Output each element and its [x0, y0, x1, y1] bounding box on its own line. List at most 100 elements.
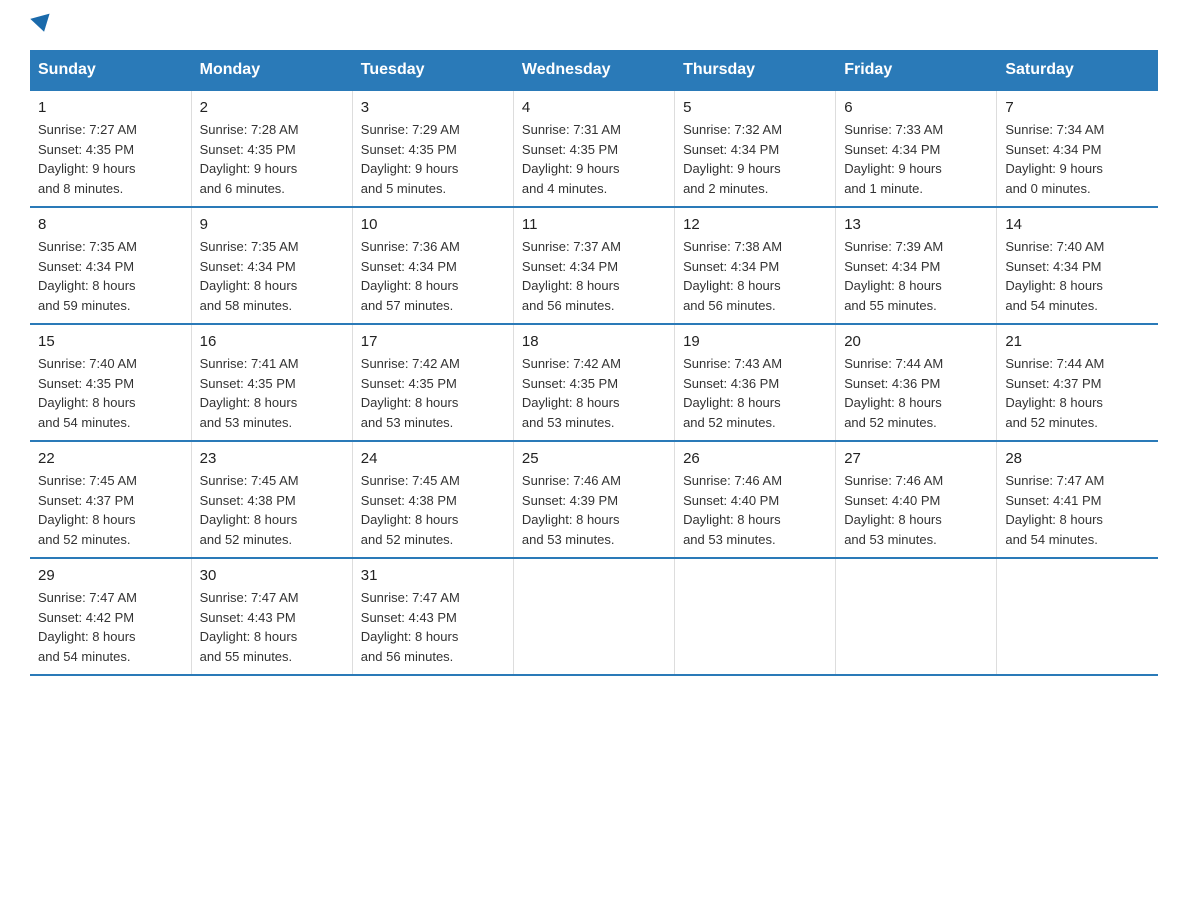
- day-number: 4: [522, 99, 666, 116]
- header-tuesday: Tuesday: [352, 51, 513, 91]
- day-number: 17: [361, 333, 505, 350]
- logo: [30, 20, 52, 30]
- calendar-week-row: 1 Sunrise: 7:27 AMSunset: 4:35 PMDaylight…: [30, 90, 1158, 207]
- day-info: Sunrise: 7:40 AMSunset: 4:35 PMDaylight:…: [38, 354, 183, 432]
- day-number: 30: [200, 567, 344, 584]
- day-info: Sunrise: 7:32 AMSunset: 4:34 PMDaylight:…: [683, 120, 827, 198]
- day-info: Sunrise: 7:31 AMSunset: 4:35 PMDaylight:…: [522, 120, 666, 198]
- day-info: Sunrise: 7:43 AMSunset: 4:36 PMDaylight:…: [683, 354, 827, 432]
- header-friday: Friday: [836, 51, 997, 91]
- calendar-cell: 11 Sunrise: 7:37 AMSunset: 4:34 PMDayligh…: [513, 207, 674, 324]
- day-info: Sunrise: 7:35 AMSunset: 4:34 PMDaylight:…: [200, 237, 344, 315]
- day-number: 14: [1005, 216, 1150, 233]
- day-info: Sunrise: 7:38 AMSunset: 4:34 PMDaylight:…: [683, 237, 827, 315]
- calendar-cell: 15 Sunrise: 7:40 AMSunset: 4:35 PMDayligh…: [30, 324, 191, 441]
- day-number: 15: [38, 333, 183, 350]
- day-number: 3: [361, 99, 505, 116]
- calendar-cell: 5 Sunrise: 7:32 AMSunset: 4:34 PMDaylight…: [675, 90, 836, 207]
- day-info: Sunrise: 7:47 AMSunset: 4:43 PMDaylight:…: [361, 588, 505, 666]
- calendar-cell: [997, 558, 1158, 675]
- day-number: 12: [683, 216, 827, 233]
- calendar-cell: 3 Sunrise: 7:29 AMSunset: 4:35 PMDaylight…: [352, 90, 513, 207]
- day-info: Sunrise: 7:28 AMSunset: 4:35 PMDaylight:…: [200, 120, 344, 198]
- calendar-cell: 25 Sunrise: 7:46 AMSunset: 4:39 PMDayligh…: [513, 441, 674, 558]
- day-info: Sunrise: 7:46 AMSunset: 4:40 PMDaylight:…: [683, 471, 827, 549]
- day-number: 27: [844, 450, 988, 467]
- day-info: Sunrise: 7:42 AMSunset: 4:35 PMDaylight:…: [361, 354, 505, 432]
- day-info: Sunrise: 7:45 AMSunset: 4:38 PMDaylight:…: [200, 471, 344, 549]
- day-info: Sunrise: 7:33 AMSunset: 4:34 PMDaylight:…: [844, 120, 988, 198]
- calendar-cell: 27 Sunrise: 7:46 AMSunset: 4:40 PMDayligh…: [836, 441, 997, 558]
- day-info: Sunrise: 7:37 AMSunset: 4:34 PMDaylight:…: [522, 237, 666, 315]
- day-number: 24: [361, 450, 505, 467]
- calendar-cell: 22Sunrise: 7:45 AMSunset: 4:37 PMDayligh…: [30, 441, 191, 558]
- day-info: Sunrise: 7:35 AMSunset: 4:34 PMDaylight:…: [38, 237, 183, 315]
- day-number: 31: [361, 567, 505, 584]
- day-info: Sunrise: 7:46 AMSunset: 4:39 PMDaylight:…: [522, 471, 666, 549]
- day-info: Sunrise: 7:29 AMSunset: 4:35 PMDaylight:…: [361, 120, 505, 198]
- logo-triangle-icon: [30, 14, 53, 35]
- calendar-cell: 7Sunrise: 7:34 AMSunset: 4:34 PMDaylight…: [997, 90, 1158, 207]
- day-number: 6: [844, 99, 988, 116]
- calendar-cell: 18 Sunrise: 7:42 AMSunset: 4:35 PMDayligh…: [513, 324, 674, 441]
- day-number: 1: [38, 99, 183, 116]
- day-number: 11: [522, 216, 666, 233]
- header-sunday: Sunday: [30, 51, 191, 91]
- day-number: 8: [38, 216, 183, 233]
- calendar-cell: [836, 558, 997, 675]
- calendar-cell: 14Sunrise: 7:40 AMSunset: 4:34 PMDayligh…: [997, 207, 1158, 324]
- day-number: 19: [683, 333, 827, 350]
- calendar-cell: 17 Sunrise: 7:42 AMSunset: 4:35 PMDayligh…: [352, 324, 513, 441]
- calendar-cell: 21 Sunrise: 7:44 AMSunset: 4:37 PMDayligh…: [997, 324, 1158, 441]
- day-number: 26: [683, 450, 827, 467]
- day-info: Sunrise: 7:44 AMSunset: 4:36 PMDaylight:…: [844, 354, 988, 432]
- day-info: Sunrise: 7:36 AMSunset: 4:34 PMDaylight:…: [361, 237, 505, 315]
- header-wednesday: Wednesday: [513, 51, 674, 91]
- day-number: 25: [522, 450, 666, 467]
- calendar-cell: 31 Sunrise: 7:47 AMSunset: 4:43 PMDayligh…: [352, 558, 513, 675]
- calendar-header-row: SundayMondayTuesdayWednesdayThursdayFrid…: [30, 51, 1158, 91]
- calendar-cell: 23 Sunrise: 7:45 AMSunset: 4:38 PMDayligh…: [191, 441, 352, 558]
- day-number: 13: [844, 216, 988, 233]
- page-header: [30, 20, 1158, 30]
- day-info: Sunrise: 7:46 AMSunset: 4:40 PMDaylight:…: [844, 471, 988, 549]
- day-number: 9: [200, 216, 344, 233]
- day-number: 20: [844, 333, 988, 350]
- day-number: 10: [361, 216, 505, 233]
- day-number: 21: [1005, 333, 1150, 350]
- calendar-week-row: 8 Sunrise: 7:35 AMSunset: 4:34 PMDaylight…: [30, 207, 1158, 324]
- calendar-cell: 13 Sunrise: 7:39 AMSunset: 4:34 PMDayligh…: [836, 207, 997, 324]
- day-info: Sunrise: 7:45 AMSunset: 4:38 PMDaylight:…: [361, 471, 505, 549]
- day-info: Sunrise: 7:47 AMSunset: 4:42 PMDaylight:…: [38, 588, 183, 666]
- calendar-cell: 28Sunrise: 7:47 AMSunset: 4:41 PMDayligh…: [997, 441, 1158, 558]
- day-info: Sunrise: 7:42 AMSunset: 4:35 PMDaylight:…: [522, 354, 666, 432]
- day-number: 2: [200, 99, 344, 116]
- calendar-cell: 1 Sunrise: 7:27 AMSunset: 4:35 PMDaylight…: [30, 90, 191, 207]
- calendar-cell: [675, 558, 836, 675]
- calendar-cell: 10 Sunrise: 7:36 AMSunset: 4:34 PMDayligh…: [352, 207, 513, 324]
- day-number: 5: [683, 99, 827, 116]
- calendar-week-row: 22Sunrise: 7:45 AMSunset: 4:37 PMDayligh…: [30, 441, 1158, 558]
- day-info: Sunrise: 7:27 AMSunset: 4:35 PMDaylight:…: [38, 120, 183, 198]
- calendar-table: SundayMondayTuesdayWednesdayThursdayFrid…: [30, 50, 1158, 676]
- calendar-cell: 24 Sunrise: 7:45 AMSunset: 4:38 PMDayligh…: [352, 441, 513, 558]
- day-number: 23: [200, 450, 344, 467]
- day-info: Sunrise: 7:39 AMSunset: 4:34 PMDaylight:…: [844, 237, 988, 315]
- calendar-cell: 4 Sunrise: 7:31 AMSunset: 4:35 PMDaylight…: [513, 90, 674, 207]
- calendar-cell: 6 Sunrise: 7:33 AMSunset: 4:34 PMDaylight…: [836, 90, 997, 207]
- day-info: Sunrise: 7:45 AMSunset: 4:37 PMDaylight:…: [38, 471, 183, 549]
- header-saturday: Saturday: [997, 51, 1158, 91]
- day-number: 7: [1005, 99, 1150, 116]
- day-info: Sunrise: 7:44 AMSunset: 4:37 PMDaylight:…: [1005, 354, 1150, 432]
- calendar-cell: 26 Sunrise: 7:46 AMSunset: 4:40 PMDayligh…: [675, 441, 836, 558]
- day-number: 18: [522, 333, 666, 350]
- calendar-cell: 19 Sunrise: 7:43 AMSunset: 4:36 PMDayligh…: [675, 324, 836, 441]
- calendar-week-row: 15 Sunrise: 7:40 AMSunset: 4:35 PMDayligh…: [30, 324, 1158, 441]
- day-info: Sunrise: 7:47 AMSunset: 4:43 PMDaylight:…: [200, 588, 344, 666]
- calendar-week-row: 29 Sunrise: 7:47 AMSunset: 4:42 PMDayligh…: [30, 558, 1158, 675]
- calendar-cell: 20 Sunrise: 7:44 AMSunset: 4:36 PMDayligh…: [836, 324, 997, 441]
- day-info: Sunrise: 7:41 AMSunset: 4:35 PMDaylight:…: [200, 354, 344, 432]
- day-number: 29: [38, 567, 183, 584]
- calendar-cell: 2 Sunrise: 7:28 AMSunset: 4:35 PMDaylight…: [191, 90, 352, 207]
- header-monday: Monday: [191, 51, 352, 91]
